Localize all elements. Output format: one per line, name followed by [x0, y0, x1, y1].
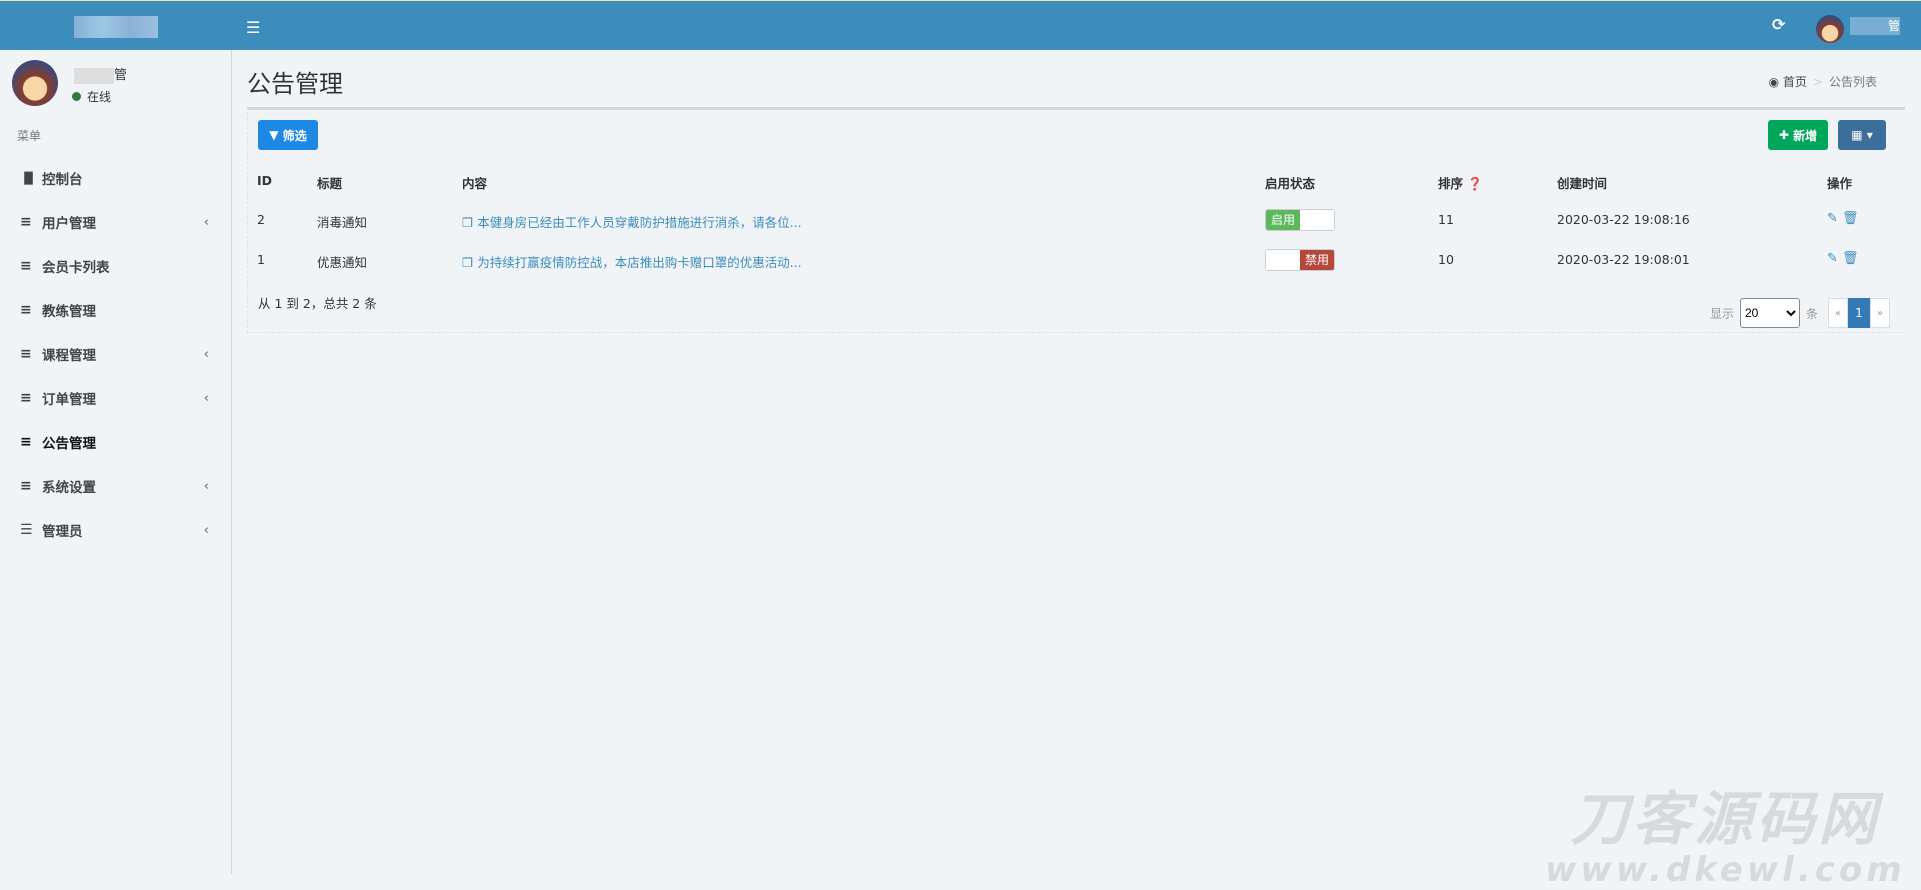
content-box: ▼ 筛选 ✚ 新增 ▦ ▾ ID 标题 内容 启用状态 排序 ❓ 创建时间 操作…	[247, 107, 1905, 333]
help-icon[interactable]: ❓	[1467, 176, 1483, 191]
next-page[interactable]: »	[1870, 298, 1890, 328]
avatar[interactable]	[1816, 15, 1844, 43]
menu-header: 菜单	[17, 129, 42, 143]
dashboard-icon: ◉	[1768, 75, 1780, 89]
breadcrumb: ◉ 首页 > 公告列表	[1768, 75, 1877, 89]
sidebar-item-label: 管理员	[42, 524, 83, 540]
prev-page[interactable]: «	[1828, 298, 1848, 328]
col-content[interactable]: 内容	[462, 173, 487, 192]
cell-created: 2020-03-22 19:08:16	[1557, 212, 1690, 227]
col-sort[interactable]: 排序 ❓	[1438, 173, 1483, 192]
status-dot-icon	[72, 92, 81, 101]
sidebar-item[interactable]: ≡ 会员卡列表	[0, 244, 231, 288]
show-label: 显示	[1709, 306, 1734, 321]
cell-title: 消毒通知	[317, 215, 368, 230]
chevron-left-icon: ‹	[203, 522, 209, 538]
list-icon: ≡	[20, 434, 32, 450]
sidebar-item-label: 会员卡列表	[42, 260, 110, 276]
user-avatar	[12, 60, 58, 106]
cell-title: 优惠通知	[317, 255, 368, 270]
sidebar-item-label: 系统设置	[42, 480, 96, 496]
refresh-icon[interactable]: ⟳	[1772, 15, 1785, 34]
sidebar-item[interactable]: ▐▌ 控制台	[0, 156, 231, 200]
chevron-left-icon: ‹	[203, 478, 209, 494]
page-title: 公告管理	[247, 70, 343, 98]
sidebar-item-label: 公告管理	[42, 436, 96, 452]
status-toggle[interactable]: 启用	[1265, 209, 1335, 231]
list-icon: ≡	[20, 346, 32, 362]
copy-icon: ❐	[462, 255, 478, 270]
grid-icon: ▦ ▾	[1851, 128, 1873, 142]
sidebar-item-label: 教练管理	[42, 304, 96, 320]
breadcrumb-home[interactable]: 首页	[1783, 75, 1807, 89]
cell-content[interactable]: ❐ 本健身房已经由工作人员穿戴防护措施进行消杀，请各位...	[462, 212, 802, 231]
sidebar-menu: ▐▌ 控制台 ≡ 用户管理 ‹ ≡ 会员卡列表 ≡ 教练管理 ≡ 课程管理 ‹ ≡ 订单管理 ‹ ≡ 公告管理 ≡…	[0, 156, 231, 552]
cell-id: 2	[257, 212, 265, 227]
edit-icon[interactable]: ✎	[1827, 251, 1838, 266]
sidebar-item[interactable]: ☰ 管理员 ‹	[0, 508, 231, 552]
sidebar-item[interactable]: ≡ 教练管理	[0, 288, 231, 332]
bar-chart-icon: ▐▌	[20, 171, 37, 185]
sidebar-item[interactable]: ≡ 课程管理 ‹	[0, 332, 231, 376]
edit-icon[interactable]: ✎	[1827, 211, 1838, 226]
sidebar-item[interactable]: ≡ 系统设置 ‹	[0, 464, 231, 508]
sidebar-item-label: 控制台	[42, 172, 83, 188]
plus-icon: ✚	[1778, 128, 1794, 142]
unit-label: 条	[1805, 306, 1818, 321]
col-id[interactable]: ID	[257, 173, 272, 188]
watermark: 刀客源码网 www.dkewl.com	[1545, 785, 1906, 890]
chevron-left-icon: ‹	[203, 390, 209, 406]
sidebar-item[interactable]: ≡ 公告管理	[0, 420, 231, 464]
copy-icon: ❐	[462, 215, 478, 230]
server-icon: ☰	[20, 522, 33, 538]
breadcrumb-current: 公告列表	[1828, 75, 1877, 89]
sidebar-item-label: 用户管理	[42, 216, 96, 232]
user-name[interactable]: 管	[1850, 17, 1900, 35]
filter-icon: ▼	[269, 128, 283, 142]
trash-icon[interactable]: 🗑	[1842, 251, 1859, 266]
cell-content[interactable]: ❐ 为持续打赢疫情防控战，本店推出购卡赠口罩的优惠活动...	[462, 252, 802, 271]
page-size-select[interactable]: 20	[1739, 298, 1800, 328]
col-title[interactable]: 标题	[317, 173, 342, 192]
table-summary: 从 1 到 2，总共 2 条	[258, 296, 377, 311]
col-created[interactable]: 创建时间	[1557, 173, 1607, 192]
hamburger-icon[interactable]: ☰	[246, 18, 260, 37]
top-navbar: ☰ ⟳ 管	[0, 0, 1921, 50]
logo[interactable]	[74, 16, 158, 38]
cell-created: 2020-03-22 19:08:01	[1557, 252, 1690, 267]
online-status: 在线	[72, 88, 111, 105]
col-status[interactable]: 启用状态	[1265, 173, 1315, 192]
sidebar-item-label: 订单管理	[42, 392, 96, 408]
status-toggle[interactable]: 禁用	[1265, 249, 1335, 271]
sidebar-item[interactable]: ≡ 用户管理 ‹	[0, 200, 231, 244]
columns-toggle-button[interactable]: ▦ ▾	[1838, 120, 1886, 150]
sidebar-item-label: 课程管理	[42, 348, 96, 364]
filter-button[interactable]: ▼ 筛选	[258, 120, 318, 150]
sidebar-item[interactable]: ≡ 订单管理 ‹	[0, 376, 231, 420]
cell-id: 1	[257, 252, 265, 267]
trash-icon[interactable]: 🗑	[1842, 211, 1859, 226]
list-icon: ≡	[20, 258, 32, 274]
list-icon: ≡	[20, 214, 32, 230]
list-icon: ≡	[20, 390, 32, 406]
col-actions: 操作	[1827, 176, 1853, 191]
pagination: 显示 20 条 « 1 »	[1710, 298, 1890, 328]
list-icon: ≡	[20, 478, 32, 494]
list-icon: ≡	[20, 302, 32, 318]
cell-sort: 10	[1438, 252, 1454, 267]
add-button[interactable]: ✚ 新增	[1768, 120, 1828, 150]
chevron-left-icon: ‹	[203, 346, 209, 362]
page-1[interactable]: 1	[1848, 298, 1870, 328]
chevron-left-icon: ‹	[203, 214, 209, 230]
cell-sort: 11	[1438, 212, 1454, 227]
sidebar: 管 在线 菜单 ▐▌ 控制台 ≡ 用户管理 ‹ ≡ 会员卡列表 ≡ 教练管理 ≡ 课程管理 ‹ ≡ 订单管…	[0, 50, 232, 874]
user-name: 管	[74, 64, 127, 84]
